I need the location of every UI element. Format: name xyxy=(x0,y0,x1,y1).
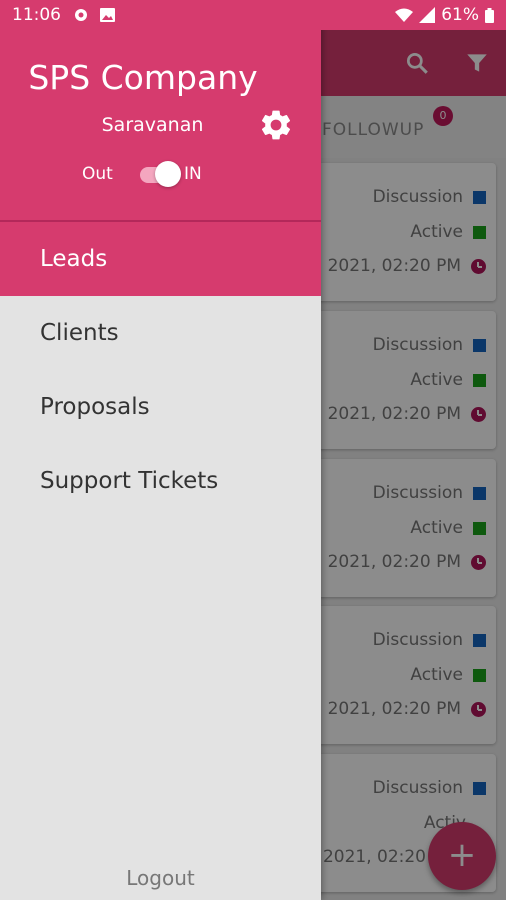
image-icon xyxy=(100,8,115,22)
company-name: SPS Company xyxy=(28,58,258,97)
signal-icon xyxy=(419,7,436,23)
menu-item-label: Support Tickets xyxy=(40,468,219,494)
navigation-drawer: SPS Company Saravanan Out IN Leads Clien… xyxy=(0,0,321,900)
gear-icon[interactable] xyxy=(258,107,294,143)
switch-label-out: Out xyxy=(82,164,113,184)
menu-item-label: Clients xyxy=(40,320,119,346)
menu-item-support-tickets[interactable]: Support Tickets xyxy=(0,444,321,518)
switch-label-in: IN xyxy=(184,164,202,184)
battery-percent: 61% xyxy=(441,5,479,25)
menu-item-label: Leads xyxy=(40,246,108,272)
logout-button[interactable]: Logout xyxy=(0,866,321,890)
menu-item-leads[interactable]: Leads xyxy=(0,222,321,296)
wifi-icon xyxy=(395,8,414,22)
status-time: 11:06 xyxy=(12,5,61,25)
status-indicators: 61% xyxy=(395,5,494,25)
status-bar: 11:06 61% xyxy=(0,0,506,30)
menu-item-label: Proposals xyxy=(40,394,150,420)
attendance-switch-thumb[interactable] xyxy=(155,161,181,187)
sync-icon xyxy=(75,9,87,21)
menu-item-proposals[interactable]: Proposals xyxy=(0,370,321,444)
menu-item-clients[interactable]: Clients xyxy=(0,296,321,370)
battery-icon xyxy=(485,7,494,23)
drawer-header: SPS Company Saravanan Out IN xyxy=(0,30,321,220)
